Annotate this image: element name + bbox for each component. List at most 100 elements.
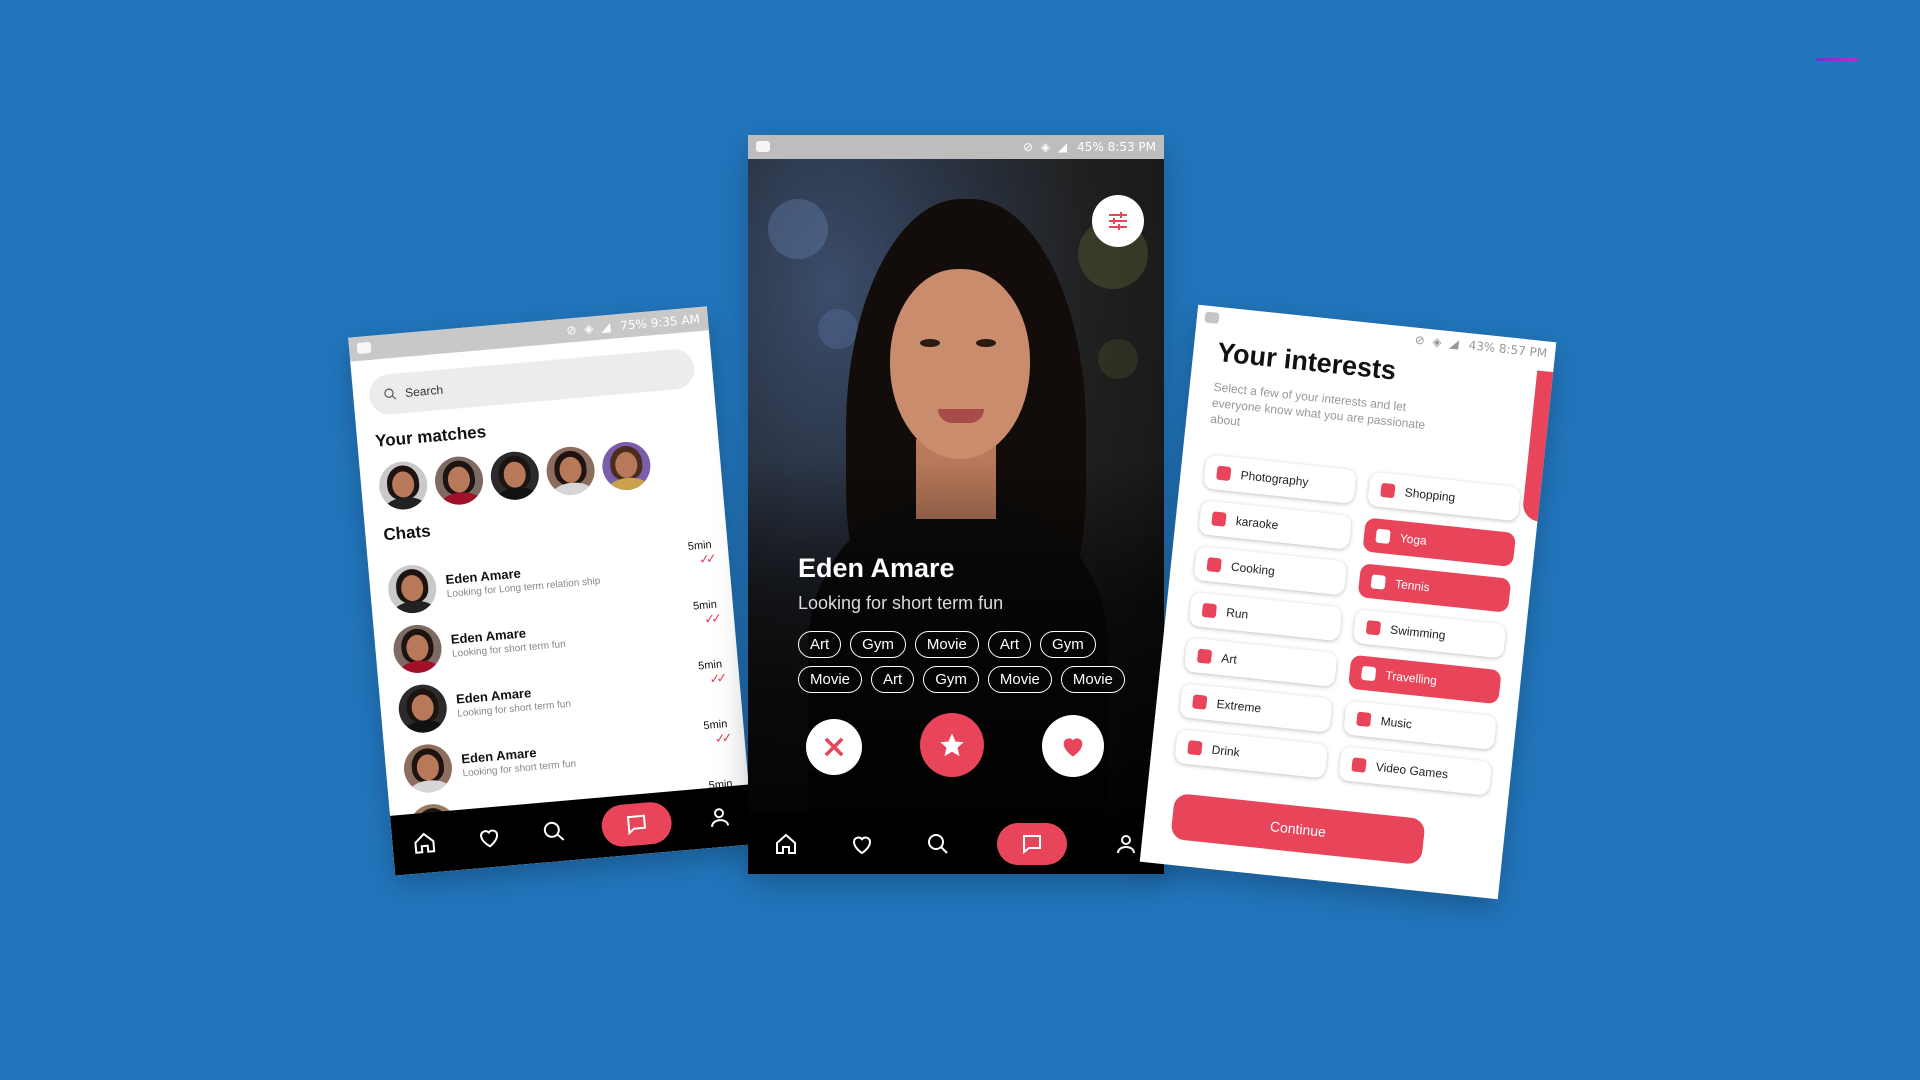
nav-home[interactable] — [406, 825, 443, 862]
interest-chip-travelling[interactable]: Travelling — [1347, 654, 1502, 705]
battery-level: 75% — [619, 316, 648, 333]
avatar — [391, 622, 444, 675]
chip-label: Travelling — [1384, 668, 1438, 688]
interests-screen: ⊘ ◈ ◢ 43% 8:57 PM Your interests Select … — [1139, 304, 1557, 900]
cooking-icon — [1206, 557, 1222, 573]
interest-chip-run[interactable]: Run — [1188, 591, 1343, 642]
profile-photo[interactable]: Eden Amare Looking for short term fun Ar… — [748, 159, 1164, 814]
interest-chip-yoga[interactable]: Yoga — [1362, 517, 1517, 568]
chip-label: Music — [1380, 714, 1413, 732]
profile-card-screen: ⊘ ◈ ◢ 45% 8:53 PM Eden Amare Looking for… — [748, 135, 1164, 874]
chip-label: Art — [1220, 651, 1238, 667]
nav-search[interactable] — [921, 827, 955, 861]
matches-title: Your matches — [374, 422, 487, 451]
interest-tag: Art — [987, 631, 1032, 658]
clock: 8:57 PM — [1498, 341, 1548, 361]
interest-tag: Art — [871, 666, 915, 693]
avatar — [396, 682, 449, 735]
sliders-icon — [1109, 212, 1127, 230]
interest-tags-row-1: Art Gym Movie Art Gym — [798, 631, 1128, 658]
app-notification-icon — [356, 341, 372, 354]
search-input[interactable]: Search — [367, 347, 696, 417]
nav-profile[interactable] — [701, 799, 738, 836]
nav-likes[interactable] — [845, 827, 879, 861]
microphone-icon — [1211, 511, 1227, 527]
travel-icon — [1360, 665, 1377, 682]
interest-chip-drink[interactable]: Drink — [1174, 728, 1328, 779]
continue-button[interactable]: Continue — [1170, 792, 1426, 866]
tennis-icon — [1370, 574, 1386, 590]
match-avatar[interactable] — [377, 459, 430, 512]
match-avatar[interactable] — [488, 449, 541, 502]
profile-icon — [710, 808, 729, 827]
heart-icon — [1063, 738, 1083, 757]
like-button[interactable] — [1042, 715, 1104, 777]
chat-icon — [1023, 835, 1041, 855]
chip-label: Shopping — [1404, 485, 1456, 505]
interest-tag: Movie — [798, 666, 863, 693]
clock: 8:53 PM — [1107, 140, 1156, 154]
chip-label: Yoga — [1399, 531, 1428, 548]
interest-chip-photography[interactable]: Photography — [1203, 454, 1357, 505]
superlike-button[interactable] — [920, 713, 984, 777]
shopping-bag-icon — [1380, 482, 1396, 499]
chip-label: Drink — [1211, 742, 1241, 760]
drink-icon — [1187, 740, 1203, 756]
chip-label: Video Games — [1375, 759, 1449, 782]
avatar — [401, 742, 454, 795]
match-avatar[interactable] — [600, 439, 653, 492]
dislike-button[interactable] — [806, 719, 862, 775]
interest-chip-art[interactable]: Art — [1183, 637, 1338, 688]
profile-tagline: Looking for short term fun — [798, 593, 1004, 613]
battery-level: 43% — [1467, 338, 1496, 355]
status-icons: ⊘ ◈ ◢ — [565, 319, 613, 338]
swimming-icon — [1365, 620, 1382, 636]
interest-chip-video-games[interactable]: Video Games — [1338, 746, 1493, 796]
page-description: Select a few of your interests and let e… — [1209, 379, 1426, 433]
clock: 9:35 AM — [650, 312, 701, 331]
profile-name: Eden Amare — [798, 553, 955, 583]
interest-tag: Movie — [1060, 666, 1125, 693]
run-icon — [1201, 602, 1218, 619]
chats-screen: ⊘ ◈ ◢ 75% 9:35 AM Search Your matches Ch… — [348, 306, 754, 876]
match-avatar[interactable] — [544, 444, 597, 497]
nav-profile[interactable] — [1109, 827, 1143, 861]
filter-button[interactable] — [1092, 195, 1144, 247]
interest-tag: Art — [798, 631, 842, 658]
chat-icon — [626, 814, 646, 836]
music-note-icon — [1356, 711, 1372, 727]
interest-chip-tennis[interactable]: Tennis — [1357, 563, 1512, 613]
nav-search[interactable] — [536, 813, 573, 850]
interest-chip-shopping[interactable]: Shopping — [1367, 471, 1521, 522]
double-check-icon: ✓✓ — [708, 670, 724, 687]
home-icon — [414, 832, 436, 854]
nav-likes[interactable] — [471, 819, 508, 856]
bottom-nav — [748, 814, 1164, 874]
chip-label: Cooking — [1230, 559, 1276, 579]
interest-chip-cooking[interactable]: Cooking — [1193, 545, 1348, 596]
search-icon — [543, 821, 565, 841]
interest-chip-swimming[interactable]: Swimming — [1352, 608, 1507, 659]
matches-row — [377, 439, 653, 512]
chip-label: Tennis — [1394, 576, 1431, 595]
decorative-red-tab — [1521, 370, 1557, 524]
status-icons: ⊘ ◈ ◢ — [1023, 140, 1070, 154]
profile-icon — [1117, 835, 1135, 854]
diamond-icon — [1192, 694, 1208, 710]
art-icon — [1196, 648, 1213, 664]
interest-tag: Gym — [1040, 631, 1096, 658]
interest-chip-karaoke[interactable]: karaoke — [1198, 500, 1353, 550]
nav-chat[interactable] — [997, 823, 1067, 865]
interest-tags-row-2: Movie Art Gym Movie Movie — [798, 666, 1128, 693]
avatar — [386, 563, 439, 616]
app-notification-icon — [1204, 311, 1220, 324]
interest-tag: Gym — [850, 631, 906, 658]
nav-chat[interactable] — [599, 800, 674, 849]
battery-level: 45% — [1077, 140, 1104, 154]
interest-chip-music[interactable]: Music — [1343, 700, 1497, 751]
interest-tag: Gym — [923, 666, 979, 693]
match-avatar[interactable] — [433, 454, 486, 507]
interest-chip-extreme[interactable]: Extreme — [1179, 683, 1333, 733]
nav-home[interactable] — [769, 827, 803, 861]
home-icon — [776, 833, 796, 854]
